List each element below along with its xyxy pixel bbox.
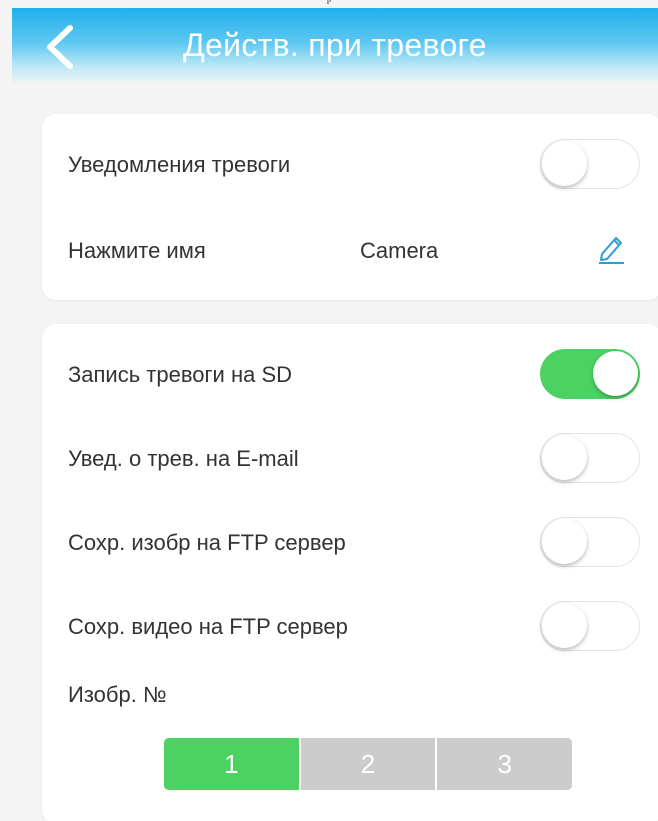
camera-name-value: Camera [360, 238, 439, 263]
pencil-icon [599, 237, 624, 264]
top-caption: p [0, 0, 658, 8]
ftp-video-row: Сохр. видео на FTP сервер [42, 596, 658, 656]
ftp-image-toggle[interactable] [540, 517, 640, 567]
toggle-knob [542, 519, 587, 564]
image-count-option-1[interactable]: 1 [164, 738, 299, 790]
header-bar: Действ. при тревоге [12, 8, 658, 84]
page-title: Действ. при тревоге [183, 27, 487, 63]
email-notify-label: Увед. о трев. на E-mail [68, 446, 299, 471]
toggle-knob [542, 435, 587, 480]
image-count-option-3[interactable]: 3 [435, 738, 572, 790]
camera-name-row: Нажмите имя Camera [42, 220, 658, 280]
ftp-video-label: Сохр. видео на FTP сервер [68, 614, 348, 639]
camera-name-label: Нажмите имя [68, 238, 206, 263]
ftp-image-row: Сохр. изобр на FTP сервер [42, 512, 658, 572]
alarm-notify-toggle[interactable] [540, 139, 640, 189]
edit-name-button[interactable] [596, 232, 626, 264]
email-notify-toggle[interactable] [540, 433, 640, 483]
toggle-knob [542, 141, 587, 186]
image-count-option-2[interactable]: 2 [298, 738, 436, 790]
image-count-label: Изобр. № [68, 682, 167, 707]
image-count-selector: 1 2 3 [164, 738, 572, 790]
ftp-image-label: Сохр. изобр на FTP сервер [68, 530, 346, 555]
email-notify-row: Увед. о трев. на E-mail [42, 428, 658, 488]
alarm-notification-card: Уведомления тревоги Нажмите имя Camera [42, 114, 658, 300]
alarm-notify-label: Уведомления тревоги [68, 152, 291, 177]
ftp-video-toggle[interactable] [540, 601, 640, 651]
alarm-actions-card: Запись тревоги на SD Увед. о трев. на E-… [42, 324, 658, 821]
sd-record-toggle[interactable] [540, 349, 640, 399]
toggle-knob [593, 351, 638, 396]
sd-record-label: Запись тревоги на SD [68, 362, 293, 387]
image-count-row: Изобр. № [42, 664, 658, 724]
toggle-knob [542, 603, 587, 648]
sd-record-row: Запись тревоги на SD [42, 344, 658, 404]
alarm-notify-row: Уведомления тревоги [42, 134, 658, 194]
